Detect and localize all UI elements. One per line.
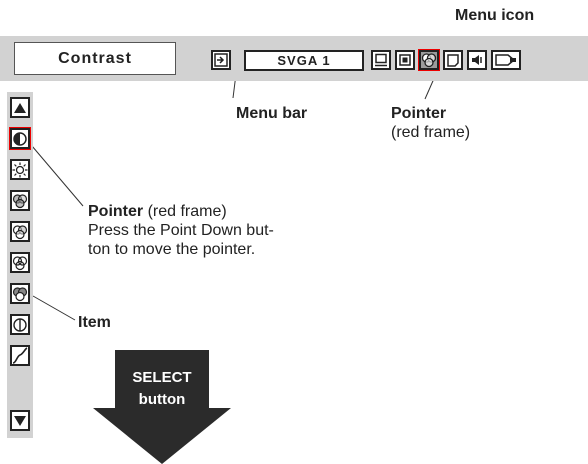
sharpness-icon[interactable] [10, 314, 30, 335]
scroll-down-button[interactable] [10, 410, 30, 431]
input-source-icon[interactable] [211, 50, 231, 70]
brightness-icon[interactable] [10, 159, 30, 180]
select-button-label-line2: button [138, 391, 186, 408]
white-balance-icon[interactable] [10, 252, 30, 273]
item-label: Item [78, 314, 111, 331]
contrast-icon[interactable] [10, 128, 30, 149]
pc-adjust-icon[interactable] [371, 50, 391, 70]
pointer-instruction-line2: ton to move the pointer. [88, 241, 256, 258]
setting-icon[interactable] [491, 50, 521, 70]
gamma-icon[interactable] [10, 345, 30, 366]
tint-icon[interactable] [10, 221, 30, 242]
item-name-box: Contrast [14, 42, 176, 75]
color-temp-icon[interactable] [10, 283, 30, 304]
select-button-label-line1: SELECT [132, 369, 192, 386]
image-select-icon[interactable] [443, 50, 463, 70]
pointer-side-label: Pointer (red frame) [88, 203, 227, 220]
sound-icon[interactable] [467, 50, 487, 70]
screen-size-icon[interactable] [395, 50, 415, 70]
menu-icon-label: Menu icon [455, 7, 535, 24]
pointer-top-label: Pointer (red frame) [391, 105, 471, 141]
pointer-side-callout-line [31, 145, 84, 207]
color-icon[interactable] [10, 190, 30, 211]
scroll-up-button[interactable] [10, 97, 30, 118]
image-adjust-icon[interactable] [419, 50, 439, 70]
menu-bar-label: Menu bar [236, 105, 308, 122]
item-callout-line [32, 295, 76, 321]
source-name-box: SVGA 1 [244, 50, 364, 71]
pointer-instruction-line1: Press the Point Down but- [88, 222, 274, 239]
